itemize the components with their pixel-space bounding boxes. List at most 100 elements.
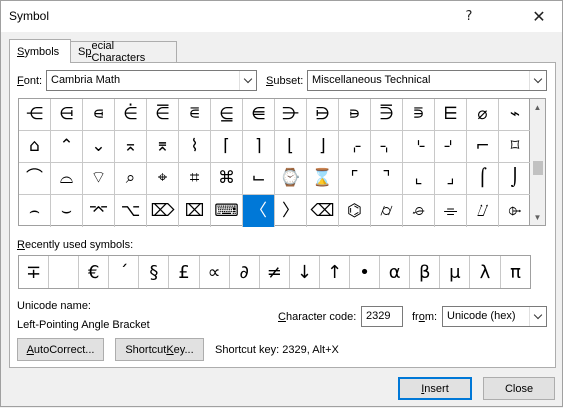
- font-label: Font:: [17, 75, 42, 87]
- symbol-cell[interactable]: ⌋: [307, 131, 339, 163]
- recent-symbol-cell[interactable]: §: [139, 256, 170, 288]
- symbol-cell[interactable]: ⌐: [467, 131, 499, 163]
- shortcut-key-info: Shortcut key: 2329, Alt+X: [215, 344, 339, 356]
- symbol-cell[interactable]: ⌛: [307, 163, 339, 195]
- autocorrect-button[interactable]: AutoCorrect...: [17, 338, 104, 361]
- recent-symbol-cell[interactable]: •: [350, 256, 381, 288]
- symbol-cell[interactable]: ⌙: [243, 163, 275, 195]
- recent-symbol-cell[interactable]: ∓: [19, 256, 50, 288]
- symbol-cell[interactable]: ⌚: [275, 163, 307, 195]
- font-chevron-down-icon: [239, 71, 256, 90]
- symbol-cell[interactable]: 〉: [275, 195, 307, 227]
- symbol-cell[interactable]: ⋹: [243, 99, 275, 131]
- symbol-cell[interactable]: ⌓: [51, 163, 83, 195]
- symbol-cell[interactable]: ⌤: [83, 195, 115, 227]
- symbol-cell[interactable]: ⋴: [83, 99, 115, 131]
- recent-symbol-cell[interactable]: ∝: [200, 256, 230, 288]
- symbol-cell[interactable]: ⋿: [435, 99, 467, 131]
- symbol-cell[interactable]: ⌫: [307, 195, 339, 227]
- symbol-cell[interactable]: ⌅: [115, 131, 147, 163]
- symbol-cell[interactable]: ⌯: [435, 195, 467, 227]
- symbol-cell[interactable]: ⌧: [179, 195, 211, 227]
- font-dropdown[interactable]: Cambria Math: [46, 70, 257, 91]
- symbol-cell[interactable]: ⌁: [499, 99, 531, 131]
- symbol-cell[interactable]: ⌣: [51, 195, 83, 227]
- from-label-rest: m:: [424, 311, 438, 323]
- scrollbar-thumb[interactable]: [533, 161, 543, 175]
- scroll-up-icon[interactable]: ▲: [530, 99, 545, 115]
- symbol-cell[interactable]: ⌢: [19, 195, 51, 227]
- symbol-cell[interactable]: ⌥: [115, 195, 147, 227]
- recent-symbol-cell[interactable]: μ: [440, 256, 471, 288]
- symbol-cell[interactable]: ⌇: [179, 131, 211, 163]
- symbol-cell[interactable]: ⋽: [371, 99, 403, 131]
- symbol-cell[interactable]: ⌈: [211, 131, 243, 163]
- subset-dropdown[interactable]: Miscellaneous Technical: [307, 70, 547, 91]
- recent-symbol-cell[interactable]: €: [79, 256, 110, 288]
- from-dropdown[interactable]: Unicode (hex): [442, 306, 547, 327]
- recent-symbol-cell[interactable]: [49, 256, 80, 288]
- symbol-cell[interactable]: ⌑: [499, 131, 531, 163]
- recent-symbol-cell[interactable]: α: [380, 256, 411, 288]
- subset-label: Subset:: [266, 75, 303, 87]
- recent-symbol-cell[interactable]: ≠: [260, 256, 290, 288]
- symbol-cell[interactable]: ⌏: [435, 131, 467, 163]
- symbol-cell[interactable]: ⌊: [275, 131, 307, 163]
- scroll-down-icon[interactable]: ▼: [530, 209, 545, 225]
- recent-symbol-cell[interactable]: β: [410, 256, 441, 288]
- symbol-cell[interactable]: ⌜: [339, 163, 371, 195]
- symbol-cell[interactable]: ⋳: [51, 99, 83, 131]
- recent-symbol-cell[interactable]: ↓: [290, 256, 320, 288]
- symbol-cell[interactable]: 〈: [243, 195, 275, 227]
- recent-symbol-cell[interactable]: ∂: [230, 256, 260, 288]
- symbol-cell[interactable]: ⌟: [435, 163, 467, 195]
- symbol-cell[interactable]: ⌔: [83, 163, 115, 195]
- symbol-cell[interactable]: ⌆: [147, 131, 179, 163]
- from-label: from:: [412, 311, 437, 323]
- shortcut-label: ey...: [173, 343, 194, 356]
- symbol-cell[interactable]: ⌕: [115, 163, 147, 195]
- symbol-grid-scrollbar[interactable]: ▲ ▼: [530, 98, 546, 226]
- character-code-input[interactable]: 2329: [361, 306, 403, 327]
- symbol-cell[interactable]: ⋾: [403, 99, 435, 131]
- symbol-cell[interactable]: ⌱: [499, 195, 531, 227]
- symbol-cell[interactable]: ⋲: [19, 99, 51, 131]
- symbol-cell[interactable]: ⌍: [371, 131, 403, 163]
- symbol-cell[interactable]: ⌒: [19, 163, 51, 195]
- symbol-cell[interactable]: ⋶: [147, 99, 179, 131]
- symbol-cell[interactable]: ⌭: [371, 195, 403, 227]
- symbol-cell[interactable]: ⌨: [211, 195, 243, 227]
- symbol-cell[interactable]: ⌄: [83, 131, 115, 163]
- symbol-cell[interactable]: ⌞: [403, 163, 435, 195]
- symbol-cell[interactable]: ⌖: [147, 163, 179, 195]
- symbol-cell[interactable]: ⋻: [307, 99, 339, 131]
- symbol-cell[interactable]: ⌦: [147, 195, 179, 227]
- symbol-cell[interactable]: ⌂: [19, 131, 51, 163]
- recent-symbol-cell[interactable]: λ: [470, 256, 501, 288]
- recent-label-text: ecently used symbols:: [24, 239, 134, 251]
- recent-symbol-cell[interactable]: π: [501, 256, 531, 288]
- symbol-cell[interactable]: ⌃: [51, 131, 83, 163]
- symbol-cell[interactable]: ⌮: [403, 195, 435, 227]
- symbol-cell[interactable]: ⋷: [179, 99, 211, 131]
- symbol-cell[interactable]: ⋵: [115, 99, 147, 131]
- recent-symbol-cell[interactable]: ↑: [320, 256, 351, 288]
- symbol-cell[interactable]: ⌀: [467, 99, 499, 131]
- symbol-cell[interactable]: ⌉: [243, 131, 275, 163]
- symbol-cell[interactable]: ⌘: [211, 163, 243, 195]
- symbol-cell[interactable]: ⋺: [275, 99, 307, 131]
- recent-symbol-cell[interactable]: ´: [109, 256, 140, 288]
- recent-symbol-cell[interactable]: £: [169, 256, 200, 288]
- symbol-cell[interactable]: ⌝: [371, 163, 403, 195]
- shortcut-key-button[interactable]: Shortcut Key...: [115, 338, 204, 361]
- symbol-cell[interactable]: ⌬: [339, 195, 371, 227]
- symbol-cell[interactable]: ⋸: [211, 99, 243, 131]
- symbol-cell[interactable]: ⌰: [467, 195, 499, 227]
- symbol-cell[interactable]: ⌡: [499, 163, 531, 195]
- symbol-cell[interactable]: ⋼: [339, 99, 371, 131]
- symbol-cell[interactable]: ⌗: [179, 163, 211, 195]
- symbol-cell[interactable]: ⌠: [467, 163, 499, 195]
- subset-chevron-down-icon: [529, 71, 546, 90]
- symbol-cell[interactable]: ⌌: [339, 131, 371, 163]
- symbol-cell[interactable]: ⌎: [403, 131, 435, 163]
